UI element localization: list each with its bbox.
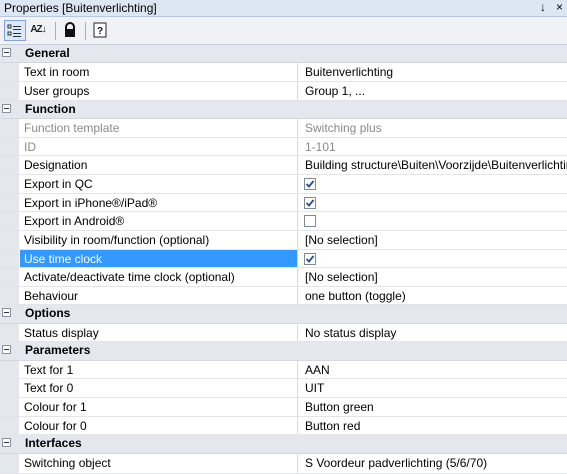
category-label: Parameters <box>25 343 91 357</box>
category-label: Function <box>25 102 76 116</box>
property-value[interactable]: AAN <box>300 361 567 378</box>
property-row-id: ID 1-101 <box>0 138 567 156</box>
sort-alphabetical-icon: AZ↓ <box>30 24 46 35</box>
svg-text:?: ? <box>97 26 103 37</box>
property-row-behaviour[interactable]: Behaviour one button (toggle) <box>0 287 567 305</box>
property-name: Export in QC <box>20 175 298 193</box>
property-name: Behaviour <box>20 287 298 304</box>
property-name: Colour for 0 <box>20 417 298 434</box>
help-button[interactable]: ? <box>89 20 111 41</box>
property-row-text-for-1[interactable]: Text for 1 AAN <box>0 361 567 379</box>
category-label: General <box>25 46 70 60</box>
property-value[interactable]: [No selection] <box>300 231 567 249</box>
property-value[interactable]: S Voordeur padverlichting (5/6/70) <box>300 454 567 473</box>
property-row-text-for-0[interactable]: Text for 0 UIT <box>0 379 567 398</box>
export-iphone-checkbox[interactable] <box>304 197 316 209</box>
help-icon: ? <box>93 22 107 38</box>
property-name: Activate/deactivate time clock (optional… <box>20 268 298 286</box>
checkmark-icon <box>305 199 315 207</box>
property-name: Status display <box>20 324 298 341</box>
sort-alphabetical-button[interactable]: AZ↓ <box>27 20 49 41</box>
category-label: Options <box>25 306 71 320</box>
category-interfaces[interactable]: Interfaces <box>0 435 567 454</box>
lock-button[interactable] <box>59 20 81 41</box>
property-grid: General Text in room Buitenverlichting U… <box>0 45 567 474</box>
use-time-clock-checkbox[interactable] <box>304 253 316 265</box>
property-value: Switching plus <box>305 121 382 135</box>
property-name: Export in Android® <box>20 212 298 230</box>
toolbar-separator <box>85 22 86 40</box>
properties-title-bar: Properties [Buitenverlichting] ↓ × <box>0 0 567 17</box>
property-name: Visibility in room/function (optional) <box>20 231 298 249</box>
property-row-use-time-clock[interactable]: Use time clock <box>0 250 567 268</box>
category-function[interactable]: Function <box>0 101 567 119</box>
export-android-checkbox[interactable] <box>304 215 316 227</box>
property-value[interactable]: UIT <box>300 379 567 397</box>
category-options[interactable]: Options <box>0 305 567 324</box>
property-value[interactable]: [No selection] <box>300 268 567 286</box>
category-parameters[interactable]: Parameters <box>0 342 567 361</box>
property-row-text-in-room[interactable]: Text in room Buitenverlichting <box>0 63 567 82</box>
property-row-export-android[interactable]: Export in Android® <box>0 212 567 231</box>
property-row-switching-object[interactable]: Switching object S Voordeur padverlichti… <box>0 454 567 474</box>
property-name: Text for 1 <box>20 361 298 378</box>
categorized-button[interactable] <box>4 20 26 41</box>
property-name: Function template <box>20 119 298 137</box>
checkmark-icon <box>305 180 315 188</box>
property-name: Colour for 1 <box>20 398 298 416</box>
property-row-colour-for-1[interactable]: Colour for 1 Button green <box>0 398 567 417</box>
property-name: Switching object <box>20 454 298 473</box>
property-value[interactable]: Button green <box>300 398 567 416</box>
property-value[interactable]: Group 1, ... <box>300 82 567 100</box>
property-row-function-template: Function template Switching plus <box>0 119 567 138</box>
property-value[interactable]: Button red <box>300 417 567 434</box>
lock-icon <box>65 22 75 37</box>
property-row-visibility[interactable]: Visibility in room/function (optional) [… <box>0 231 567 250</box>
collapse-icon[interactable] <box>2 48 11 57</box>
property-name: User groups <box>20 82 298 100</box>
pin-icon[interactable]: ↓ <box>540 0 546 14</box>
window-title: Properties [Buitenverlichting] <box>4 1 157 15</box>
category-general[interactable]: General <box>0 45 567 63</box>
category-label: Interfaces <box>25 436 82 450</box>
property-name: Text for 0 <box>20 379 298 397</box>
categorized-icon <box>7 24 21 37</box>
property-name: Export in iPhone®/iPad® <box>20 194 298 211</box>
property-name: ID <box>20 138 298 155</box>
property-value: 1-101 <box>305 140 336 154</box>
property-value[interactable]: Building structure\Buiten\Voorzijde\Buit… <box>300 156 567 174</box>
property-row-export-qc[interactable]: Export in QC <box>0 175 567 194</box>
collapse-icon[interactable] <box>2 345 11 354</box>
property-value[interactable]: No status display <box>300 324 567 341</box>
property-value[interactable]: one button (toggle) <box>300 287 567 304</box>
property-row-colour-for-0[interactable]: Colour for 0 Button red <box>0 417 567 435</box>
close-icon[interactable]: × <box>556 0 563 14</box>
property-name: Designation <box>20 156 298 174</box>
collapse-icon[interactable] <box>2 438 11 447</box>
toolbar-separator <box>55 22 56 40</box>
property-row-status-display[interactable]: Status display No status display <box>0 324 567 342</box>
property-name: Text in room <box>20 63 298 81</box>
property-row-designation[interactable]: Designation Building structure\Buiten\Vo… <box>0 156 567 175</box>
property-row-activate-time-clock[interactable]: Activate/deactivate time clock (optional… <box>0 268 567 287</box>
property-value[interactable]: Buitenverlichting <box>300 63 567 81</box>
collapse-icon[interactable] <box>2 104 11 113</box>
property-row-user-groups[interactable]: User groups Group 1, ... <box>0 82 567 101</box>
toolbar: AZ↓ ? <box>0 17 567 45</box>
property-row-export-iphone[interactable]: Export in iPhone®/iPad® <box>0 194 567 212</box>
export-qc-checkbox[interactable] <box>304 178 316 190</box>
collapse-icon[interactable] <box>2 308 11 317</box>
checkmark-icon <box>305 255 315 263</box>
property-name: Use time clock <box>20 250 298 267</box>
